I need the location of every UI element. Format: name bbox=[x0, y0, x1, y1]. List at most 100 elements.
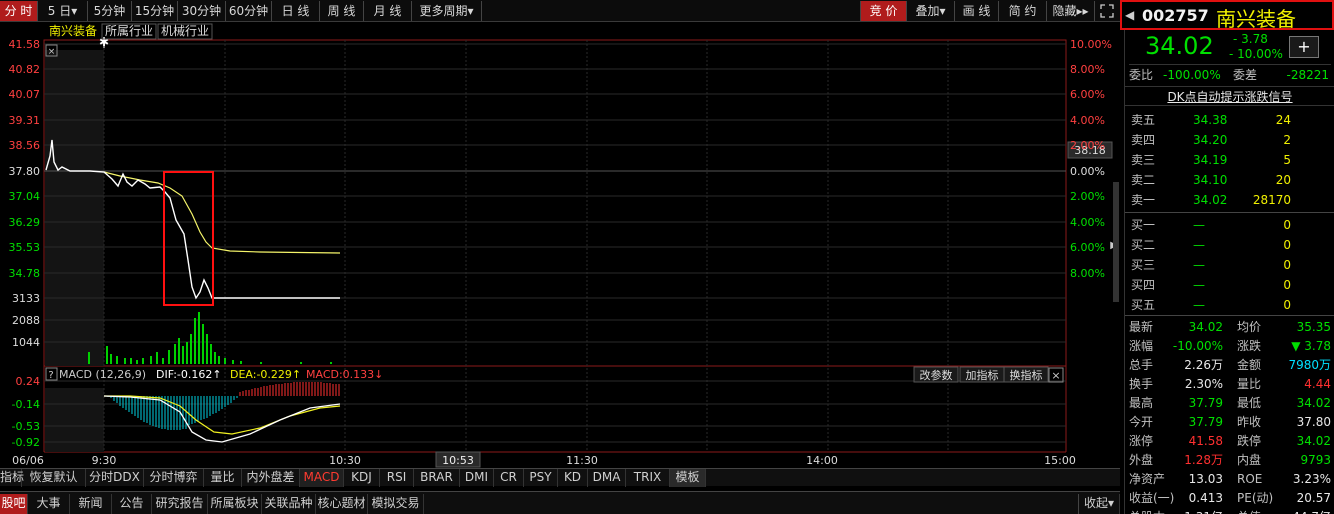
period-tab-30min[interactable]: 30分钟 bbox=[178, 1, 226, 21]
price-tick: 40.07 bbox=[9, 88, 41, 101]
bidding-button[interactable]: 竞 价 bbox=[860, 1, 906, 21]
dif-value: DIF:-0.162↑ bbox=[156, 368, 222, 381]
volume-bar bbox=[162, 358, 164, 364]
cursor-time-label: 10:53 bbox=[442, 454, 474, 467]
indicator-tab[interactable]: 分时DDX bbox=[86, 469, 144, 487]
macd-title: MACD (12,26,9) bbox=[59, 368, 146, 381]
indicator-tab[interactable]: 指标 bbox=[0, 469, 24, 487]
indicator-tab[interactable]: PSY bbox=[524, 469, 558, 487]
draw-line-button[interactable]: 画 线 bbox=[954, 1, 998, 21]
pct-tick: 0.00% bbox=[1070, 165, 1105, 178]
volume-bar bbox=[168, 350, 170, 364]
pct-tick: 2.00% bbox=[1070, 190, 1105, 203]
bid-row[interactable]: 买三 —0 bbox=[1125, 255, 1334, 275]
indicator-tab[interactable]: CR bbox=[494, 469, 524, 487]
indicator-tab[interactable]: KD bbox=[558, 469, 588, 487]
indicator-tab[interactable]: 恢复默认 bbox=[22, 469, 86, 487]
pct-tick: 4.00% bbox=[1070, 216, 1105, 229]
indicator-tab[interactable]: 量比 bbox=[204, 469, 242, 487]
info-tab[interactable]: 股吧 bbox=[0, 494, 28, 514]
price-tick: 37.80 bbox=[9, 165, 41, 178]
indicator-tab[interactable]: 内外盘差 bbox=[242, 469, 300, 487]
info-tab[interactable]: 关联品种 bbox=[262, 494, 316, 514]
volume-bar bbox=[156, 352, 158, 364]
hide-button[interactable]: 隐藏▸▸ bbox=[1046, 1, 1094, 21]
period-tab-more[interactable]: 更多周期▾ bbox=[412, 1, 482, 21]
info-tab[interactable]: 新闻 bbox=[70, 494, 112, 514]
bid-row[interactable]: 买五 —0 bbox=[1125, 295, 1334, 315]
stat-row: 今开 37.79 昨收 37.80 bbox=[1129, 415, 1331, 429]
price-tick: 36.29 bbox=[9, 216, 41, 229]
info-tab[interactable]: 公告 bbox=[112, 494, 152, 514]
ask-row[interactable]: 卖二 34.10 20 bbox=[1125, 170, 1334, 190]
info-tab[interactable]: 模拟交易 bbox=[368, 494, 424, 514]
stat-row: 涨停 41.58 跌停 34.02 bbox=[1129, 434, 1331, 448]
indicator-tab[interactable]: BRAR bbox=[414, 469, 460, 487]
intraday-chart[interactable]: ✱ 38.18 ▶ 南兴装备所属行业机械行业 × 41.5840.8240.07… bbox=[0, 22, 1120, 470]
info-tab[interactable]: 研究报告 bbox=[152, 494, 208, 514]
ask-row[interactable]: 卖三 34.19 5 bbox=[1125, 150, 1334, 170]
volume-bar bbox=[106, 346, 108, 364]
period-tab-monthly[interactable]: 月 线 bbox=[364, 1, 412, 21]
time-label: 11:30 bbox=[566, 454, 598, 467]
bid-row[interactable]: 买二 —0 bbox=[1125, 235, 1334, 255]
volume-bar bbox=[224, 358, 226, 364]
highlight-box bbox=[163, 171, 214, 306]
pct-tick: 10.00% bbox=[1070, 38, 1112, 51]
dk-signal-link[interactable]: DK点自动提示涨跌信号 bbox=[1125, 86, 1334, 106]
bid-row[interactable]: 买一 —0 bbox=[1125, 215, 1334, 235]
info-tab[interactable]: 核心题材 bbox=[316, 494, 368, 514]
info-tab[interactable]: 大事 bbox=[28, 494, 70, 514]
indicator-tab[interactable]: KDJ bbox=[344, 469, 380, 487]
period-tab-weekly[interactable]: 周 线 bbox=[320, 1, 364, 21]
volume-bar bbox=[110, 354, 112, 364]
volume-bar bbox=[214, 352, 216, 364]
ask-row[interactable]: 卖一 34.02 28170 bbox=[1125, 190, 1334, 210]
volume-bar bbox=[218, 356, 220, 364]
fullscreen-icon[interactable] bbox=[1094, 1, 1118, 21]
ask-row[interactable]: 卖五 34.38 24 bbox=[1125, 110, 1334, 130]
indicator-tab[interactable]: TRIX bbox=[626, 469, 670, 487]
preopen-area bbox=[45, 50, 104, 366]
volume-bar bbox=[206, 334, 208, 364]
period-tab-15min[interactable]: 15分钟 bbox=[132, 1, 178, 21]
price-tick: 34.78 bbox=[9, 267, 41, 280]
pct-tick: 8.00% bbox=[1070, 267, 1105, 280]
stat-row: 涨幅 -10.00% 涨跌 ▼ 3.78 bbox=[1129, 339, 1331, 353]
macd-param-button: 改参数 bbox=[920, 368, 953, 382]
period-tab-5min[interactable]: 5分钟 bbox=[88, 1, 132, 21]
indicator-tab[interactable]: DMA bbox=[588, 469, 626, 487]
overlay-button[interactable]: 叠加▾ bbox=[906, 1, 954, 21]
volume-bar bbox=[202, 324, 204, 364]
indicator-tab[interactable]: 模板 bbox=[670, 469, 706, 487]
volume-tick: 1044 bbox=[12, 336, 40, 349]
stat-row: 总手 2.26万 金额 7980万 bbox=[1129, 358, 1331, 372]
volume-tick: 2088 bbox=[12, 314, 40, 327]
volume-tick: 3133 bbox=[12, 292, 40, 305]
period-tab-daily[interactable]: 日 线 bbox=[272, 1, 320, 21]
add-watchlist-button[interactable]: + bbox=[1289, 36, 1319, 58]
collapse-button[interactable]: 收起▾ bbox=[1078, 494, 1120, 514]
prev-stock-icon[interactable]: ◀ bbox=[1125, 8, 1134, 22]
indicator-tab[interactable]: DMI bbox=[460, 469, 494, 487]
stock-code: 002757 bbox=[1142, 6, 1209, 25]
volume-bar bbox=[198, 312, 200, 364]
macd-close-icon: × bbox=[1051, 369, 1060, 382]
indicator-tab[interactable]: 分时博弈 bbox=[144, 469, 204, 487]
macd-value: MACD:0.133↓ bbox=[306, 368, 383, 381]
indicator-tab[interactable]: RSI bbox=[380, 469, 414, 487]
volume-bar bbox=[124, 358, 126, 364]
period-toolbar: 分 时 5 日▾ 5分钟 15分钟 30分钟 60分钟 日 线 周 线 月 线 … bbox=[0, 0, 1120, 22]
simple-button[interactable]: 简 约 bbox=[998, 1, 1046, 21]
macd-tick: -0.53 bbox=[12, 420, 40, 433]
bid-row[interactable]: 买四 —0 bbox=[1125, 275, 1334, 295]
time-label: 9:30 bbox=[92, 454, 117, 467]
close-icon: × bbox=[48, 47, 56, 57]
period-tab-intraday[interactable]: 分 时 bbox=[0, 1, 38, 21]
period-tab-60min[interactable]: 60分钟 bbox=[226, 1, 272, 21]
indicator-tab[interactable]: MACD bbox=[300, 469, 344, 487]
stock-header: ◀ 002757 南兴装备 bbox=[1120, 0, 1334, 31]
ask-row[interactable]: 卖四 34.20 2 bbox=[1125, 130, 1334, 150]
info-tab[interactable]: 所属板块 bbox=[208, 494, 262, 514]
period-tab-5day[interactable]: 5 日▾ bbox=[38, 1, 88, 21]
